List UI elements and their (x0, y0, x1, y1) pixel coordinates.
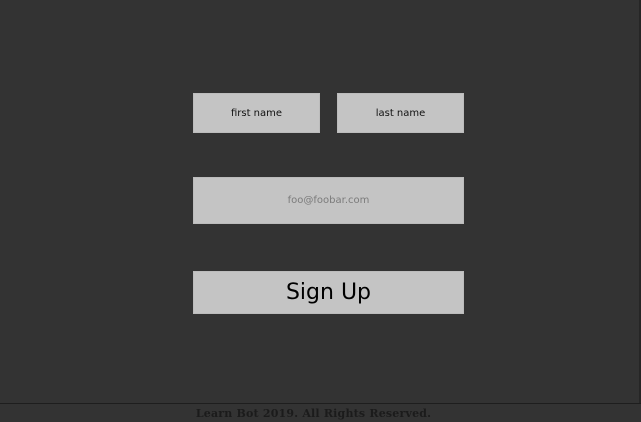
footer-copyright: Learn Bot 2019. All Rights Reserved. (195, 407, 432, 420)
email-placeholder: foo@foobar.com (287, 195, 370, 206)
first-name-input[interactable]: first name (193, 93, 320, 133)
footer: Learn Bot 2019. All Rights Reserved. (0, 403, 641, 422)
last-name-input[interactable]: last name (337, 93, 464, 133)
email-input[interactable]: foo@foobar.com (193, 177, 464, 224)
sign-up-button[interactable]: Sign Up (193, 271, 464, 314)
first-name-placeholder: first name (230, 107, 283, 119)
sign-up-label: Sign Up (285, 280, 372, 305)
last-name-placeholder: last name (375, 107, 426, 119)
signup-page: first name last name foo@foobar.com Sign… (0, 0, 641, 422)
